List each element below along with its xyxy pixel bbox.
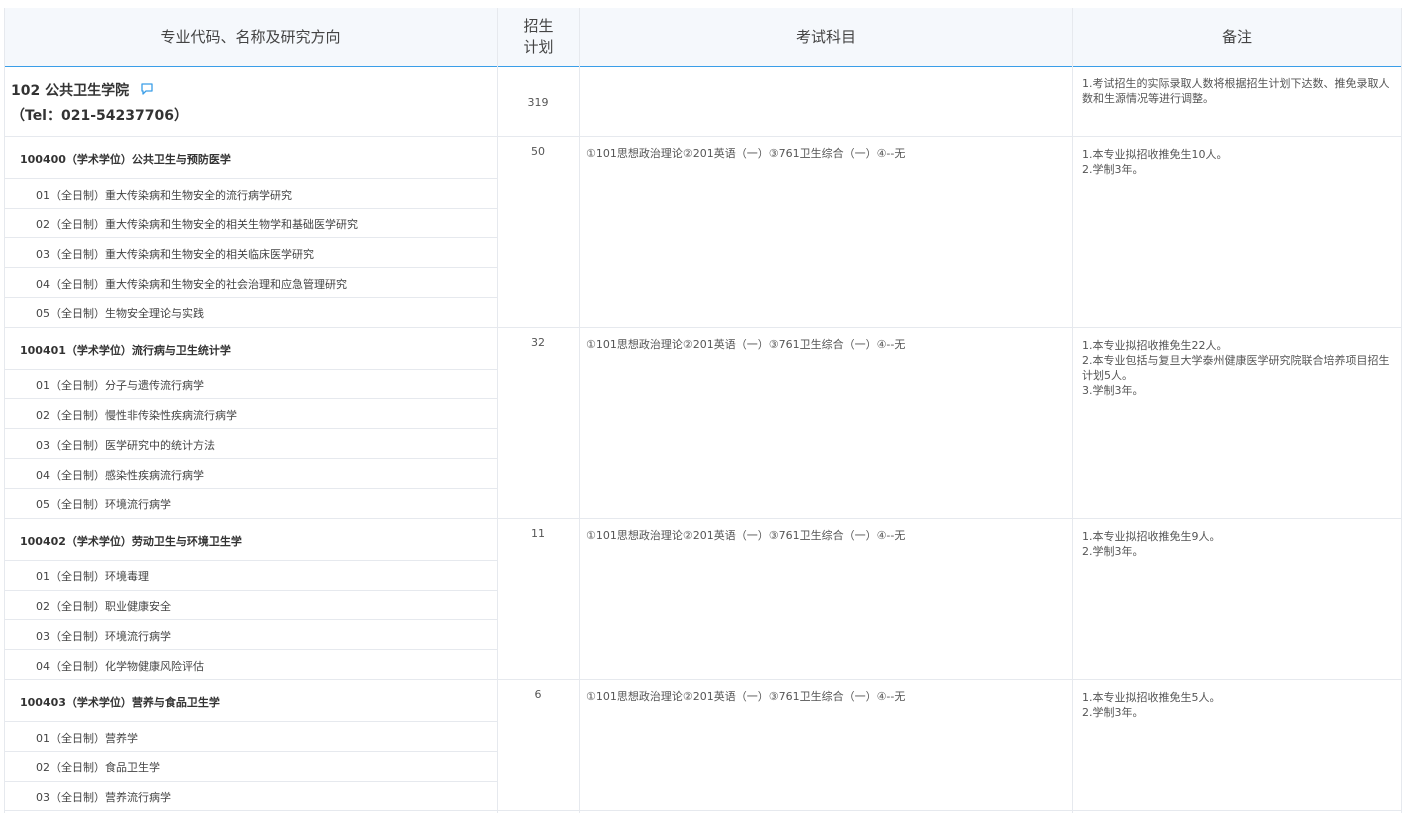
row-divider xyxy=(4,327,1401,328)
row-divider xyxy=(4,488,497,489)
header-exam-label: 考试科目 xyxy=(795,27,856,46)
note-line: 1.本专业拟招收推免生22人。 xyxy=(1082,339,1228,352)
comment-icon[interactable] xyxy=(140,82,154,96)
header-note-label: 备注 xyxy=(1221,27,1252,46)
major-exam: ①101思想政治理论②201英语（一）③761卫生综合（一）④--无 xyxy=(586,147,906,160)
direction-item: 04（全日制）化学物健康风险评估 xyxy=(36,660,204,673)
direction-item: 02（全日制）职业健康安全 xyxy=(36,600,171,613)
row-divider xyxy=(4,560,497,561)
row-divider xyxy=(4,267,497,268)
col-divider xyxy=(1072,8,1073,813)
note-line: 2.本专业包括与复旦大学泰州健康医学研究院联合培养项目招生计划5人。 xyxy=(1082,354,1390,382)
note-line: 1.本专业拟招收推免生5人。 xyxy=(1082,691,1221,704)
row-divider xyxy=(4,369,497,370)
direction-item: 02（全日制）食品卫生学 xyxy=(36,761,160,774)
col-divider xyxy=(4,8,5,813)
row-divider xyxy=(4,751,497,752)
row-divider xyxy=(4,398,497,399)
header-major: 专业代码、名称及研究方向 xyxy=(4,8,497,66)
note-line: 2.学制3年。 xyxy=(1082,163,1144,176)
direction-item: 01（全日制）营养学 xyxy=(36,732,138,745)
direction-item: 01（全日制）重大传染病和生物安全的流行病学研究 xyxy=(36,189,292,202)
direction-item: 02（全日制）慢性非传染性疾病流行病学 xyxy=(36,409,237,422)
college-plan: 319 xyxy=(527,96,549,109)
header-exam: 考试科目 xyxy=(580,8,1072,66)
row-divider xyxy=(4,518,1401,519)
row-divider xyxy=(4,590,497,591)
row-divider xyxy=(4,237,497,238)
header-plan-label: 招生 计划 xyxy=(523,17,554,56)
direction-item: 04（全日制）重大传染病和生物安全的社会治理和应急管理研究 xyxy=(36,278,347,291)
major-plan: 32 xyxy=(531,336,545,349)
direction-item: 01（全日制）分子与遗传流行病学 xyxy=(36,379,204,392)
direction-item: 05（全日制）生物安全理论与实践 xyxy=(36,307,204,320)
row-divider xyxy=(4,781,497,782)
note-line: 3.学制3年。 xyxy=(1082,384,1144,397)
row-divider xyxy=(4,208,497,209)
header-divider xyxy=(4,66,1401,67)
note-line: 1.本专业拟招收推免生9人。 xyxy=(1082,530,1221,543)
college-name: 102 公共卫生学院 xyxy=(11,83,130,99)
direction-item: 02（全日制）重大传染病和生物安全的相关生物学和基础医学研究 xyxy=(36,218,358,231)
major-title: 100403（学术学位）营养与食品卫生学 xyxy=(20,696,220,709)
note-line: 2.学制3年。 xyxy=(1082,545,1144,558)
row-divider xyxy=(4,458,497,459)
row-divider xyxy=(4,649,497,650)
direction-item: 01（全日制）环境毒理 xyxy=(36,570,149,583)
direction-item: 03（全日制）重大传染病和生物安全的相关临床医学研究 xyxy=(36,248,314,261)
admission-table: 专业代码、名称及研究方向 招生 计划 考试科目 备注 102 公共卫生学院 （T… xyxy=(0,0,1413,813)
major-plan: 50 xyxy=(531,145,545,158)
major-plan: 11 xyxy=(531,527,545,540)
college-note: 1.考试招生的实际录取人数将根据招生计划下达数、推免录取人数和生源情况等进行调整… xyxy=(1082,77,1390,105)
row-divider xyxy=(4,679,1401,680)
col-divider xyxy=(1401,8,1402,813)
major-title: 100400（学术学位）公共卫生与预防医学 xyxy=(20,153,231,166)
major-exam: ①101思想政治理论②201英语（一）③761卫生综合（一）④--无 xyxy=(586,529,906,542)
header-major-label: 专业代码、名称及研究方向 xyxy=(160,27,341,46)
direction-item: 05（全日制）环境流行病学 xyxy=(36,498,171,511)
row-divider xyxy=(4,297,497,298)
row-divider xyxy=(4,810,1401,811)
col-divider xyxy=(579,8,580,813)
row-divider xyxy=(4,619,497,620)
major-title: 100401（学术学位）流行病与卫生统计学 xyxy=(20,344,231,357)
row-divider xyxy=(4,178,497,179)
direction-item: 03（全日制）医学研究中的统计方法 xyxy=(36,439,215,452)
direction-item: 03（全日制）营养流行病学 xyxy=(36,791,171,804)
major-note: 1.本专业拟招收推免生9人。 2.学制3年。 xyxy=(1082,529,1398,559)
major-note: 1.本专业拟招收推免生22人。 2.本专业包括与复旦大学泰州健康医学研究院联合培… xyxy=(1082,338,1398,398)
header-note: 备注 xyxy=(1073,8,1401,66)
row-divider xyxy=(4,428,497,429)
note-line: 2.学制3年。 xyxy=(1082,706,1144,719)
note-line: 1.本专业拟招收推免生10人。 xyxy=(1082,148,1228,161)
row-divider xyxy=(4,721,497,722)
row-divider xyxy=(4,136,1401,137)
major-plan: 6 xyxy=(534,688,542,701)
major-exam: ①101思想政治理论②201英语（一）③761卫生综合（一）④--无 xyxy=(586,690,906,703)
direction-item: 03（全日制）环境流行病学 xyxy=(36,630,171,643)
major-exam: ①101思想政治理论②201英语（一）③761卫生综合（一）④--无 xyxy=(586,338,906,351)
college-tel: （Tel：021-54237706） xyxy=(11,108,188,124)
major-title: 100402（学术学位）劳动卫生与环境卫生学 xyxy=(20,535,242,548)
direction-item: 04（全日制）感染性疾病流行病学 xyxy=(36,469,204,482)
header-plan: 招生 计划 xyxy=(498,8,579,66)
major-note: 1.本专业拟招收推免生10人。 2.学制3年。 xyxy=(1082,147,1398,177)
major-note: 1.本专业拟招收推免生5人。 2.学制3年。 xyxy=(1082,690,1398,720)
